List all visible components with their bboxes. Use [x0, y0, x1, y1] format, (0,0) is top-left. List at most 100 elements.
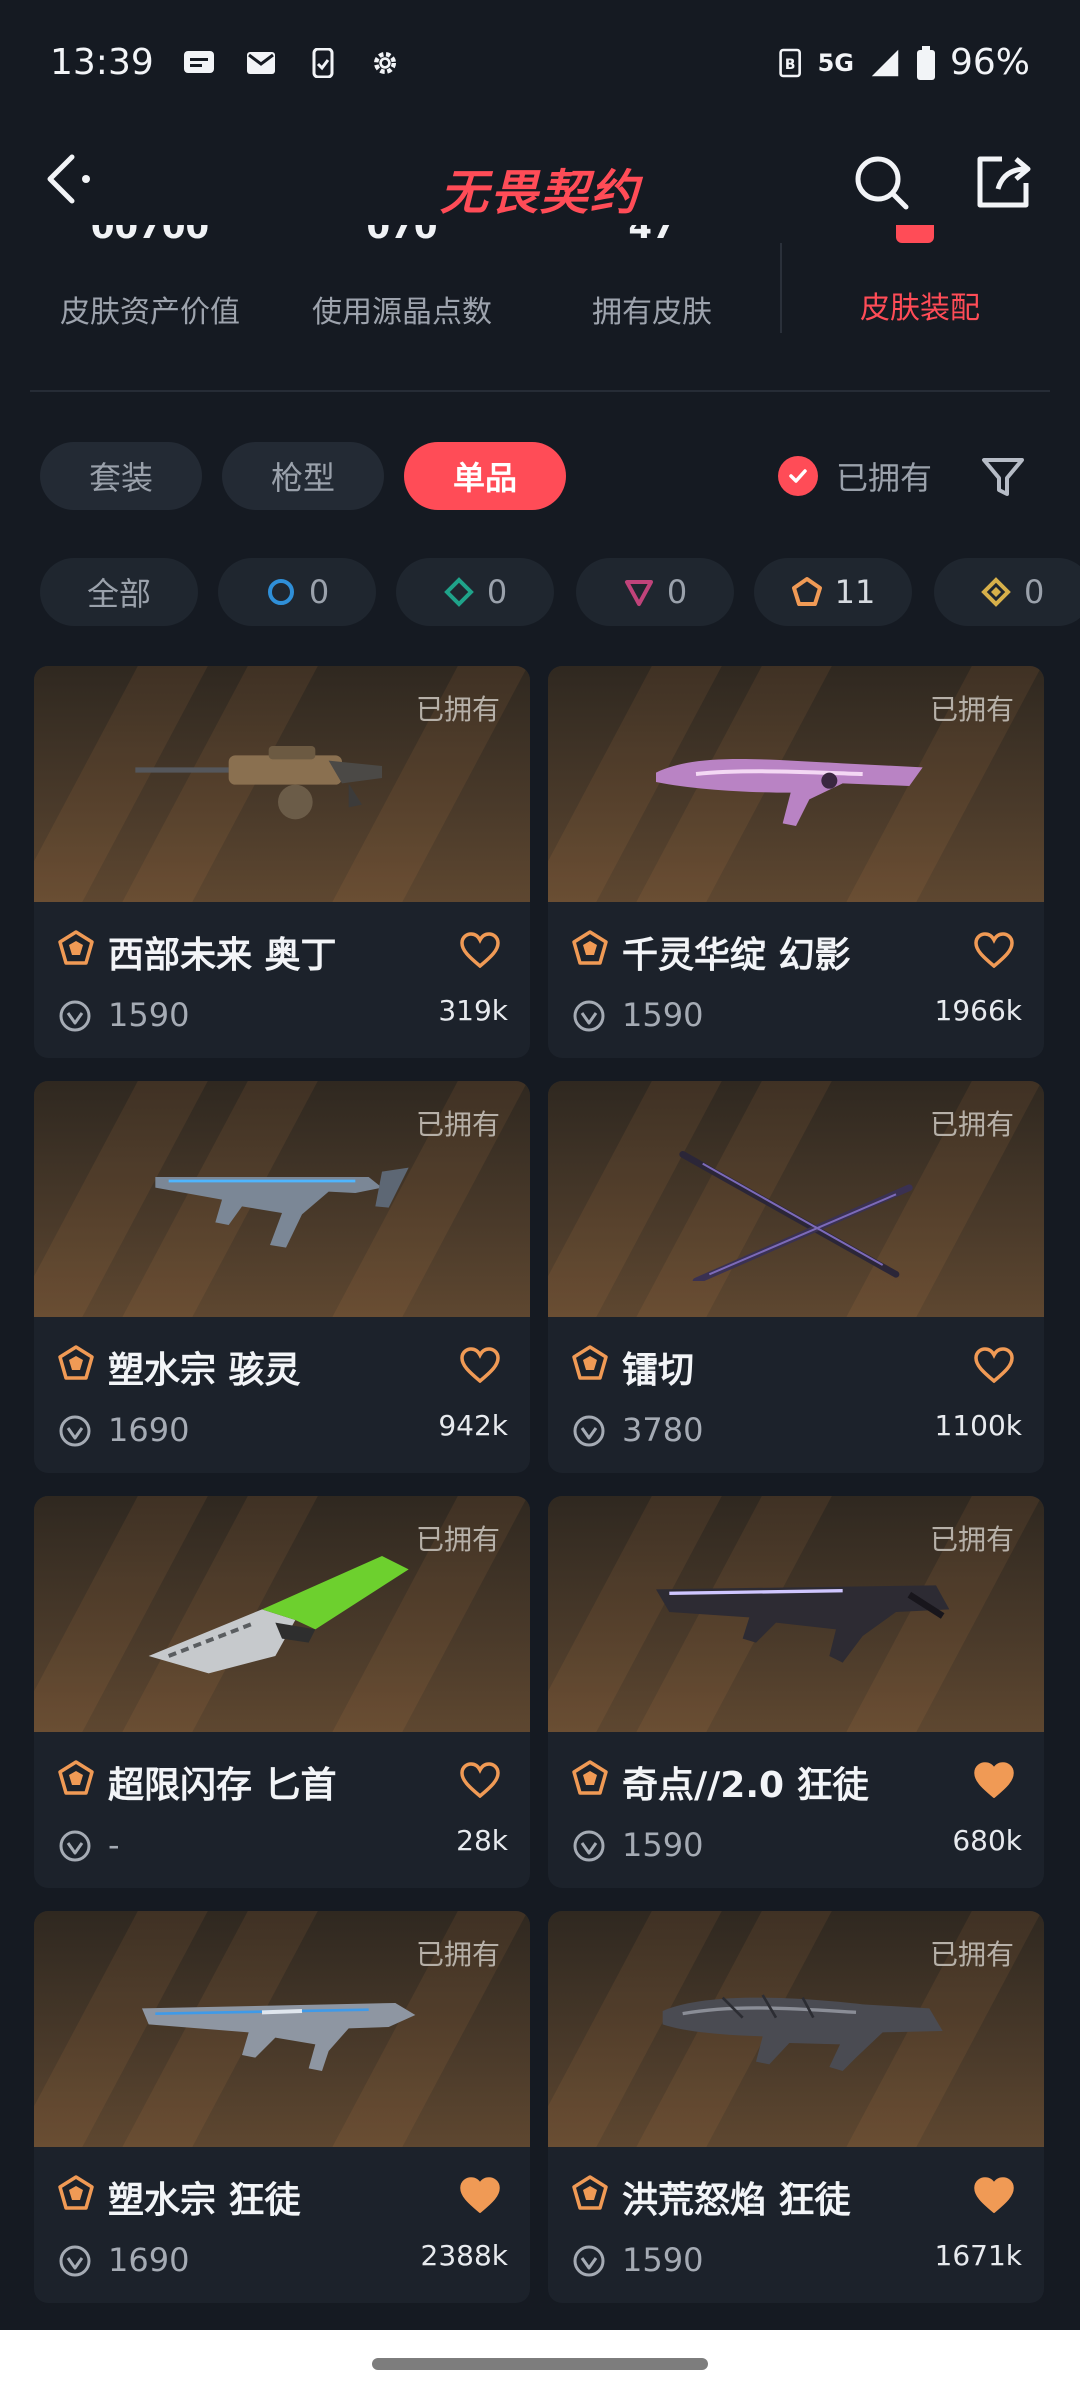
- weapon-image: [662, 1994, 943, 2071]
- skin-card[interactable]: 已拥有 奇点//2.0 狂徒 1590 680k: [548, 1496, 1044, 1888]
- skin-price: 3780: [622, 1411, 704, 1449]
- owned-label: 已拥有: [415, 1938, 500, 1971]
- select-tier-icon: [267, 579, 294, 605]
- stat-asset-value: 00700 皮肤资产价值: [60, 225, 240, 330]
- radianite-price-icon: [573, 1000, 605, 1032]
- skin-name: 塑水宗 狂徒: [108, 2180, 301, 2221]
- radianite-price-icon: [59, 1415, 91, 1447]
- tier-chip-premium[interactable]: 0: [576, 558, 734, 626]
- heart-icon[interactable]: [460, 2177, 500, 2213]
- phone-notification-icon: [312, 47, 334, 78]
- tier-chip-all[interactable]: 全部: [40, 558, 198, 626]
- exclusive-tier-icon: [572, 1345, 608, 1380]
- skin-card[interactable]: 已拥有镭切 3780 1100k: [548, 1081, 1044, 1473]
- skin-info: 洪荒怒焰 狂徒 1590 1671k: [548, 2147, 1044, 2303]
- heart-icon[interactable]: [974, 932, 1014, 968]
- owned-label: 已拥有: [415, 1523, 500, 1556]
- owned-filter-label: 已拥有: [836, 459, 933, 497]
- weapon-image: [656, 758, 923, 826]
- skin-image: 已拥有: [34, 1081, 530, 1317]
- skin-likes: 1671k: [934, 2239, 1022, 2272]
- heart-icon[interactable]: [460, 932, 500, 968]
- tab-weapon-type[interactable]: 枪型: [222, 442, 384, 510]
- skin-name: 奇点//2.0 狂徒: [622, 1765, 869, 1806]
- skin-price: 1690: [108, 1411, 190, 1449]
- share-icon[interactable]: [972, 151, 1034, 213]
- premium-tier-icon: [624, 580, 653, 606]
- skin-info: 奇点//2.0 狂徒 1590 680k: [548, 1732, 1044, 1888]
- weapon-image: [135, 746, 382, 820]
- skin-info: 超限闪存 匕首 - 28k: [34, 1732, 530, 1888]
- heart-icon[interactable]: [974, 1347, 1014, 1383]
- skin-likes: 1100k: [934, 1409, 1022, 1442]
- filter-icon[interactable]: [978, 452, 1028, 502]
- weapon-image: [142, 2003, 416, 2071]
- radianite-price-icon: [573, 1415, 605, 1447]
- skin-name: 洪荒怒焰 狂徒: [622, 2180, 851, 2221]
- svg-text:B: B: [785, 57, 796, 73]
- radianite-price-icon: [59, 1000, 91, 1032]
- tier-chip-select[interactable]: 0: [218, 558, 376, 626]
- skin-price: 1690: [108, 2241, 190, 2279]
- heart-icon[interactable]: [460, 1762, 500, 1798]
- stats-row: 00700 皮肤资产价值 070 使用源晶点数 47 拥有皮肤 皮肤装配: [0, 225, 1080, 335]
- stats-divider: [780, 243, 782, 333]
- weapon-image: [155, 1167, 409, 1248]
- tier-chip-exclusive[interactable]: 11: [754, 558, 912, 626]
- tier-chip-ultra[interactable]: 0: [934, 558, 1080, 626]
- skin-name: 西部未来 奥丁: [108, 935, 337, 976]
- skin-card[interactable]: 已拥有洪荒怒焰 狂徒 1590 1671k: [548, 1911, 1044, 2303]
- skin-image: 已拥有: [34, 1911, 530, 2147]
- search-icon[interactable]: [850, 151, 912, 213]
- skin-card[interactable]: 已拥有超限闪存 匕首 - 28k: [34, 1496, 530, 1888]
- skin-info: 塑水宗 狂徒 1690 2388k: [34, 2147, 530, 2303]
- skin-name: 千灵华绽 幻影: [622, 935, 851, 976]
- skin-likes: 942k: [438, 1409, 508, 1442]
- weapon-image: [148, 1556, 409, 1674]
- stat-radianite-points: 070 使用源晶点数: [312, 225, 492, 330]
- skin-price: 1590: [622, 996, 704, 1034]
- radianite-price-icon: [59, 2245, 91, 2277]
- skin-name: 镭切: [622, 1350, 695, 1391]
- status-time: 13:39: [50, 42, 154, 83]
- exclusive-tier-icon: [58, 930, 94, 965]
- tier-chip-deluxe[interactable]: 0: [396, 558, 554, 626]
- skin-likes: 1966k: [934, 994, 1022, 1027]
- stat-owned-skins: 47 拥有皮肤: [592, 225, 712, 330]
- tab-single-items[interactable]: 单品: [404, 442, 566, 510]
- owned-label: 已拥有: [929, 1108, 1014, 1141]
- skin-likes: 319k: [438, 994, 508, 1027]
- owned-label: 已拥有: [929, 1938, 1014, 1971]
- skin-image: 已拥有: [548, 1081, 1044, 1317]
- owned-filter-toggle[interactable]: 已拥有: [778, 448, 932, 504]
- skin-info: 镭切 3780 1100k: [548, 1317, 1044, 1473]
- radianite-price-icon: [59, 1830, 91, 1862]
- skin-name: 塑水宗 骇灵: [108, 1350, 301, 1391]
- skin-card[interactable]: 已拥有塑水宗 骇灵 1690 942k: [34, 1081, 530, 1473]
- skin-card[interactable]: 已拥有塑水宗 狂徒 1690 2388k: [34, 1911, 530, 2303]
- mail-icon: [246, 51, 275, 74]
- heart-icon[interactable]: [974, 1762, 1014, 1798]
- exclusive-tier-icon: [572, 1760, 608, 1795]
- skin-price: 1590: [108, 996, 190, 1034]
- home-indicator[interactable]: [372, 2358, 708, 2370]
- app-header: 无畏契约: [0, 125, 1080, 235]
- skin-likes: 2388k: [420, 2239, 508, 2272]
- skin-image: 已拥有: [548, 1496, 1044, 1732]
- message-icon: [183, 50, 214, 73]
- section-divider: [30, 390, 1050, 392]
- exclusive-tier-icon: [791, 577, 822, 606]
- tab-collections[interactable]: 套装: [40, 442, 202, 510]
- nfc-icon: B: [778, 48, 801, 77]
- heart-icon[interactable]: [460, 1347, 500, 1383]
- owned-label: 已拥有: [415, 1108, 500, 1141]
- battery-icon: [916, 45, 935, 80]
- skin-card[interactable]: 已拥有 千灵华绽 幻影 1590 1966k: [548, 666, 1044, 1058]
- radianite-price-icon: [573, 2245, 605, 2277]
- skin-loadout-button[interactable]: 皮肤装配: [800, 225, 1040, 327]
- skin-card[interactable]: 已拥有 西部未来 奥丁 1590 319k: [34, 666, 530, 1058]
- heart-icon[interactable]: [974, 2177, 1014, 2213]
- radianite-price-icon: [573, 1830, 605, 1862]
- ultra-tier-icon: [981, 577, 1011, 607]
- skin-name: 超限闪存 匕首: [108, 1765, 337, 1806]
